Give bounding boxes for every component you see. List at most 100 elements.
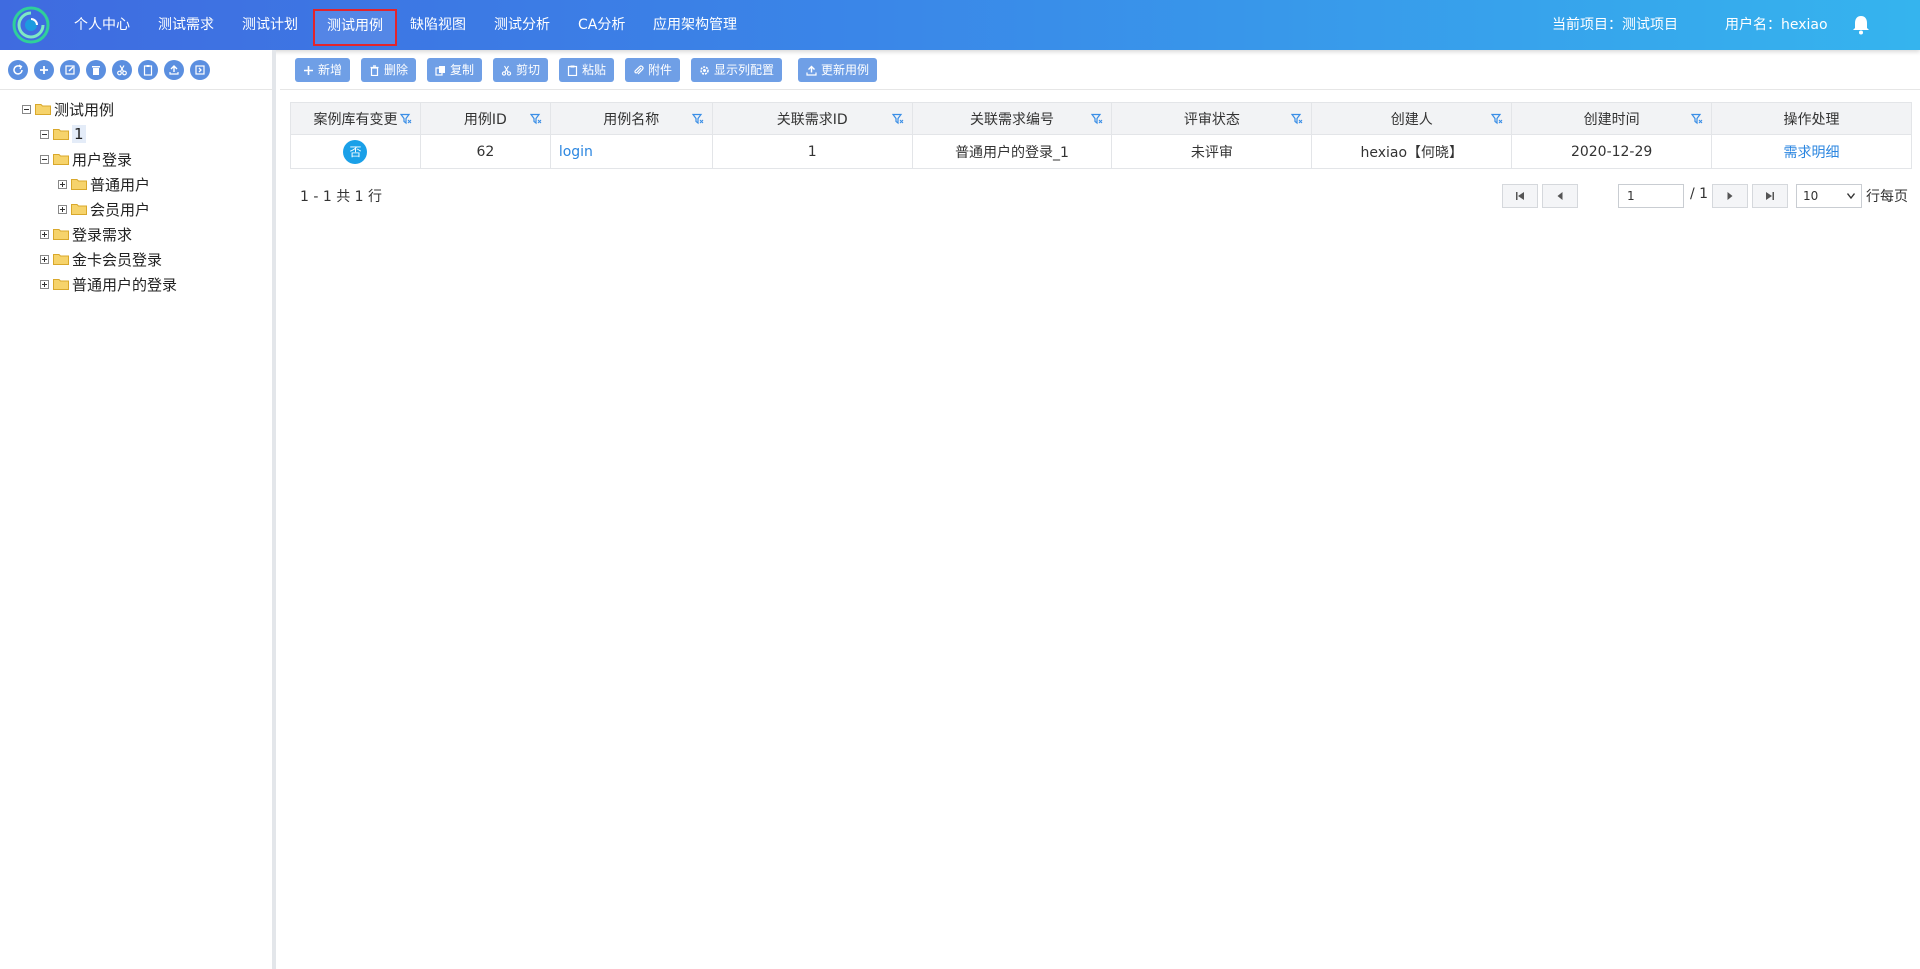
- column-header-creator[interactable]: 创建人: [1311, 102, 1513, 135]
- tree-node-gold-member-login[interactable]: 金卡会员登录: [40, 248, 162, 270]
- column-header-label: 关联需求ID: [776, 111, 848, 128]
- column-header-label: 关联需求编号: [970, 111, 1055, 128]
- column-header-req-no[interactable]: 关联需求编号: [911, 102, 1113, 135]
- case-table: 案例库有变更 用例ID 用例名称 关联需求ID 关联需求编号 评审状态 创建人 …: [290, 102, 1912, 169]
- filter-icon[interactable]: [1491, 113, 1503, 125]
- left-sidebar: 测试用例 1 用户登录 普通用户 会员用户 登录需求 金卡会员登录 普通用户的登…: [0, 50, 276, 969]
- username-label[interactable]: 用户名：hexiao: [1725, 0, 1828, 50]
- nav-test-cases[interactable]: 测试用例: [313, 9, 397, 46]
- nav-test-analysis[interactable]: 测试分析: [494, 0, 550, 50]
- expand-icon[interactable]: [40, 279, 49, 289]
- attachment-button[interactable]: 附件: [625, 58, 681, 82]
- current-project[interactable]: 当前项目：测试项目: [1552, 0, 1678, 50]
- table-row[interactable]: 否 62 login 1 普通用户的登录_1 未评审 hexiao【何晓】 20…: [290, 134, 1912, 169]
- tree-node-login-requirement[interactable]: 登录需求: [40, 223, 132, 245]
- page-number-input[interactable]: 1: [1618, 184, 1684, 208]
- column-header-case-id[interactable]: 用例ID: [419, 102, 551, 135]
- tree-node-label[interactable]: 会员用户: [90, 199, 150, 220]
- attachment-label: 附件: [648, 63, 673, 77]
- column-header-label: 操作处理: [1783, 111, 1840, 128]
- bell-icon[interactable]: [1852, 15, 1870, 35]
- filter-icon[interactable]: [1691, 113, 1703, 125]
- next-page-icon: [1727, 192, 1733, 200]
- column-header-case-name[interactable]: 用例名称: [549, 102, 713, 135]
- tree-node-user-login[interactable]: 用户登录: [40, 148, 132, 170]
- column-header-review-status[interactable]: 评审状态: [1111, 102, 1313, 135]
- tree-node-label[interactable]: 普通用户: [90, 174, 150, 195]
- collapse-icon[interactable]: [40, 129, 49, 139]
- edit-icon: [65, 65, 75, 75]
- tree-node-label[interactable]: 测试用例: [54, 99, 114, 120]
- cut-node-button[interactable]: [112, 60, 132, 80]
- requirement-detail-link[interactable]: 需求明细: [1784, 145, 1840, 161]
- tree-node-label[interactable]: 1: [72, 125, 86, 143]
- nav-test-requirements[interactable]: 测试需求: [158, 0, 214, 50]
- column-config-button[interactable]: 显示列配置: [691, 58, 783, 82]
- nav-ca-analysis[interactable]: CA分析: [578, 0, 625, 50]
- tree-node-member-user[interactable]: 会员用户: [58, 198, 150, 220]
- tree-node-label[interactable]: 用户登录: [72, 149, 132, 170]
- column-header-changed[interactable]: 案例库有变更: [290, 102, 421, 135]
- delete-case-button[interactable]: 删除: [361, 58, 417, 82]
- column-header-label: 案例库有变更: [313, 111, 398, 128]
- gear-icon: [700, 65, 709, 75]
- add-case-button[interactable]: 新增: [295, 58, 351, 82]
- page-size-select[interactable]: 10: [1796, 184, 1862, 208]
- collapse-icon[interactable]: [40, 154, 49, 164]
- change-badge: 否: [343, 139, 368, 164]
- collapse-icon[interactable]: [22, 104, 31, 114]
- tree-node-1[interactable]: 1: [40, 123, 86, 145]
- tree-node-normal-user[interactable]: 普通用户: [58, 173, 150, 195]
- expand-icon[interactable]: [58, 204, 67, 214]
- folder-icon: [71, 204, 87, 215]
- filter-icon[interactable]: [691, 113, 704, 125]
- prev-page-button[interactable]: [1542, 184, 1578, 208]
- cut-case-button[interactable]: 剪切: [493, 58, 549, 82]
- filter-icon[interactable]: [399, 113, 412, 125]
- tree-node-label[interactable]: 登录需求: [72, 224, 132, 245]
- filter-icon[interactable]: [1091, 113, 1103, 125]
- paste-node-button[interactable]: [138, 60, 158, 80]
- refresh-icon: [13, 64, 23, 75]
- app-logo-icon[interactable]: [12, 6, 50, 44]
- edit-node-button[interactable]: [60, 60, 80, 80]
- case-name-link[interactable]: login: [559, 144, 593, 160]
- copy-case-button[interactable]: 复制: [427, 58, 483, 82]
- expand-icon[interactable]: [58, 179, 67, 189]
- refresh-button[interactable]: [8, 60, 28, 80]
- filter-icon[interactable]: [891, 113, 904, 125]
- expand-icon[interactable]: [40, 254, 49, 264]
- tree-node-root[interactable]: 测试用例: [22, 98, 114, 120]
- nav-test-plan[interactable]: 测试计划: [242, 0, 298, 50]
- expand-icon[interactable]: [40, 229, 49, 239]
- upload-node-button[interactable]: [164, 60, 184, 80]
- delete-icon: [92, 66, 100, 75]
- tree-node-label[interactable]: 金卡会员登录: [72, 249, 162, 270]
- export-node-button[interactable]: [190, 60, 210, 80]
- filter-icon[interactable]: [529, 113, 542, 125]
- column-header-created-time[interactable]: 创建时间: [1511, 102, 1713, 135]
- nav-defect-view[interactable]: 缺陷视图: [410, 0, 466, 50]
- column-header-req-id[interactable]: 关联需求ID: [711, 102, 913, 135]
- cell-req-id: 1: [711, 134, 913, 169]
- nav-personal-center[interactable]: 个人中心: [74, 0, 130, 50]
- paperclip-icon: [634, 65, 644, 74]
- cell-creator: hexiao【何晓】: [1311, 134, 1513, 169]
- tree-node-label[interactable]: 普通用户的登录: [72, 274, 177, 295]
- add-node-button[interactable]: [34, 60, 54, 80]
- paste-case-button[interactable]: 粘贴: [559, 58, 615, 82]
- prev-page-icon: [1557, 192, 1563, 200]
- first-page-icon: [1516, 192, 1524, 200]
- next-page-button[interactable]: [1712, 184, 1748, 208]
- paste-case-label: 粘贴: [582, 63, 607, 77]
- filter-icon[interactable]: [1291, 113, 1303, 125]
- tree-node-normal-user-login[interactable]: 普通用户的登录: [40, 273, 177, 295]
- page-size-suffix: 行每页: [1866, 189, 1908, 205]
- add-case-label: 新增: [318, 63, 343, 77]
- first-page-button[interactable]: [1502, 184, 1538, 208]
- case-toolbar: 新增 删除 复制 剪切 粘贴 附件 显示列配置 更新用例: [280, 50, 1920, 90]
- last-page-button[interactable]: [1752, 184, 1788, 208]
- nav-app-architecture[interactable]: 应用架构管理: [653, 0, 737, 50]
- delete-node-button[interactable]: [86, 60, 106, 80]
- update-case-button[interactable]: 更新用例: [798, 58, 878, 82]
